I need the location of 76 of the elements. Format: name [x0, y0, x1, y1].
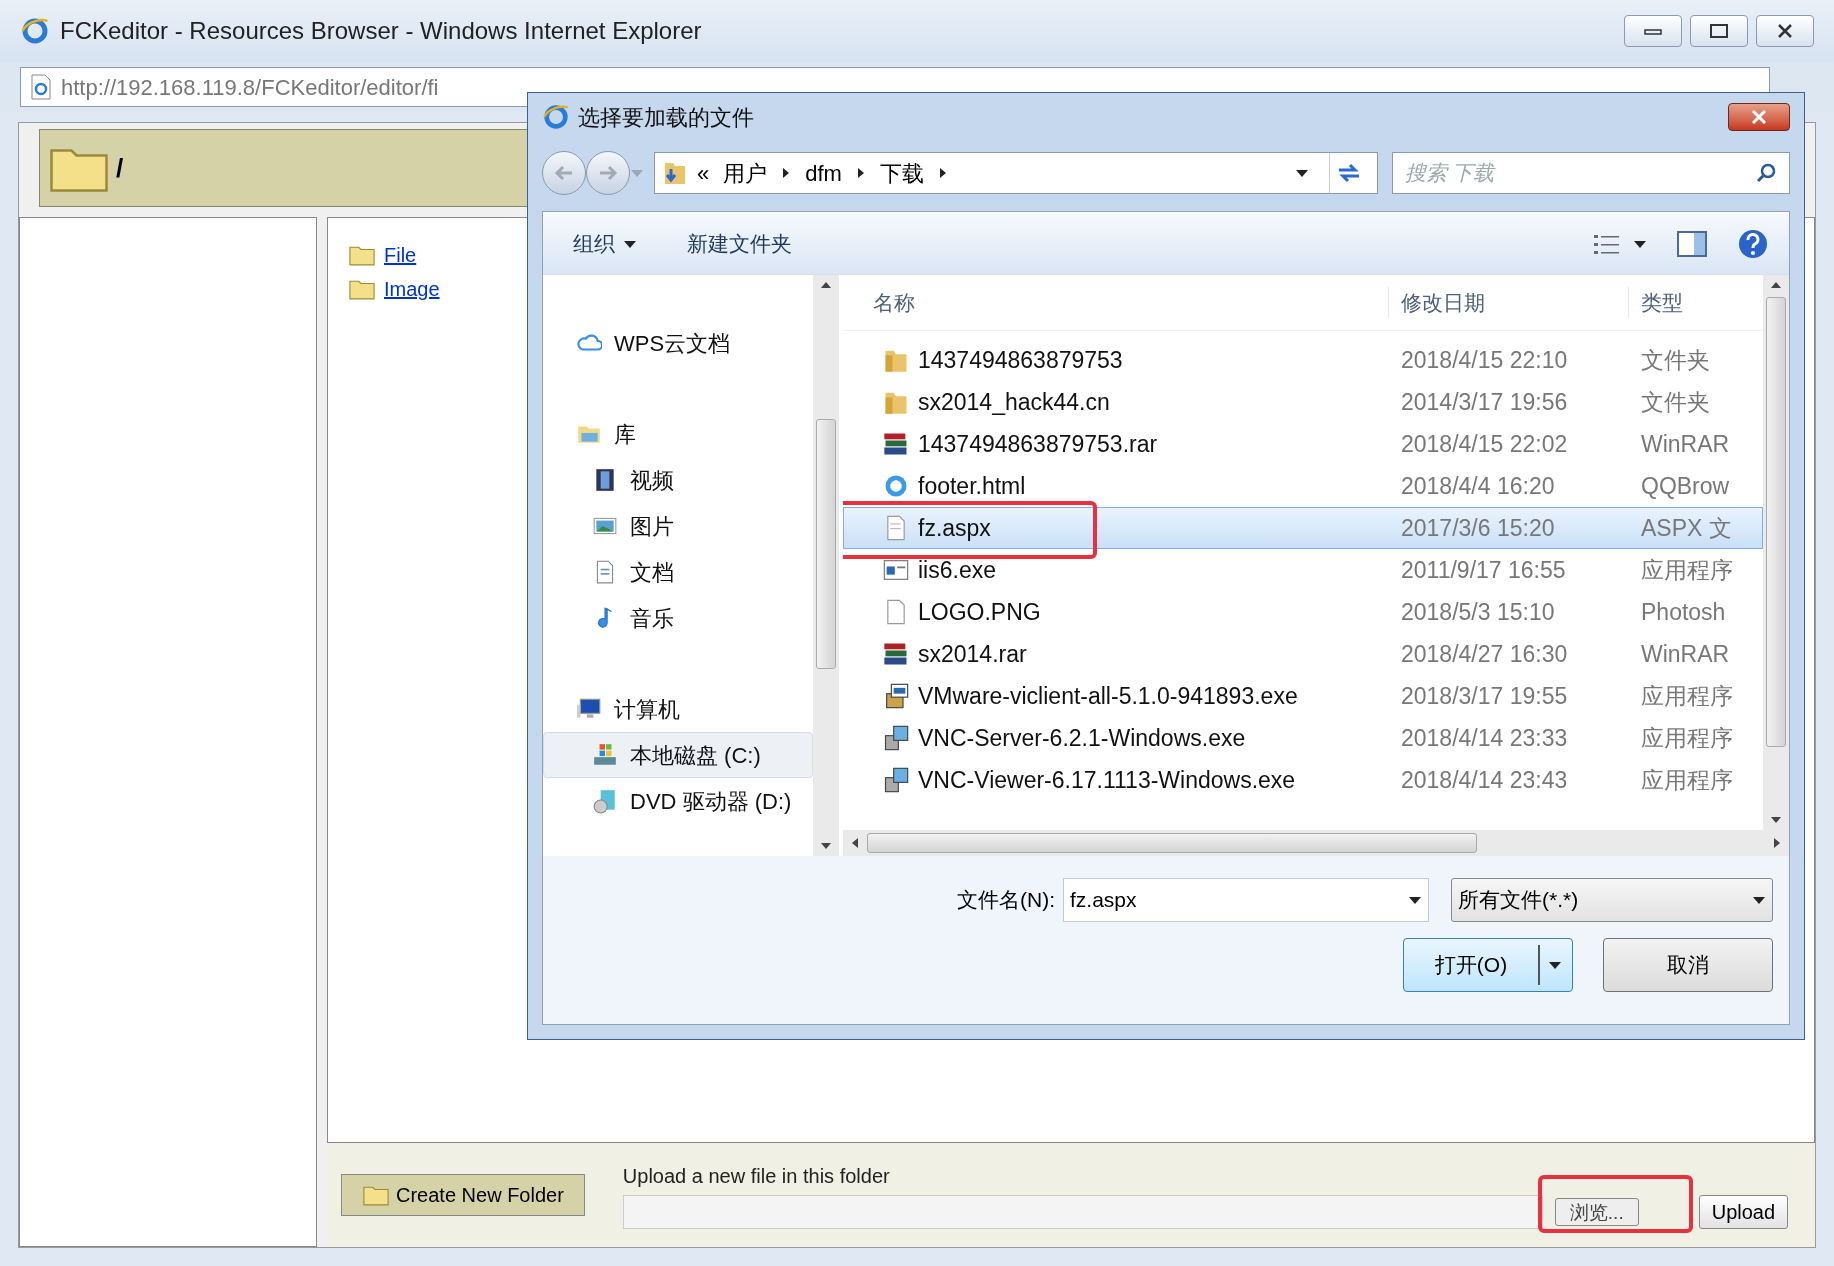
file-date: 2018/3/17 19:55 — [1400, 681, 1569, 711]
upload-label: Upload a new file in this folder — [622, 1164, 891, 1189]
file-type-dropdown[interactable]: 所有文件(*.*) — [1451, 878, 1773, 922]
file-date: 2018/4/4 16:20 — [1400, 471, 1556, 501]
file-type: 文件夹 — [1640, 387, 1711, 417]
browse-button[interactable]: 浏览... — [1554, 1198, 1639, 1226]
breadcrumb-item[interactable]: 用户 — [719, 156, 772, 190]
nav-item[interactable]: 计算机 — [543, 686, 813, 732]
window-title: FCKeditor - Resources Browser - Windows Internet Explorer — [60, 16, 702, 46]
file-name: footer.html — [918, 471, 1026, 501]
file-row[interactable]: VMware-viclient-all-5.1.0-941893.exe 2018/3/17 19:55 应用程序 — [843, 675, 1763, 717]
nav-item[interactable]: 音乐 — [543, 595, 813, 641]
toolbar-button[interactable]: 新建文件夹 — [677, 224, 802, 264]
file-name: VNC-Server-6.2.1-Windows.exe — [918, 723, 1246, 753]
file-name: fz.aspx — [918, 513, 991, 543]
column-header[interactable]: 名称 — [843, 286, 1388, 319]
file-name: 1437494863879753 — [918, 345, 1123, 375]
folder-link[interactable]: Image — [384, 274, 440, 304]
breadcrumb-item[interactable]: dfm — [801, 156, 846, 190]
file-date: 2011/9/17 16:55 — [1400, 555, 1567, 585]
file-type: QQBrow — [1640, 471, 1731, 501]
nav-item[interactable]: 视频 — [543, 457, 813, 503]
file-type: 应用程序 — [1640, 765, 1734, 795]
nav-item[interactable]: 库 — [543, 411, 813, 457]
file-name: sx2014_hack44.cn — [918, 387, 1110, 417]
nav-item[interactable]: 本地磁盘 (C:) — [543, 732, 813, 778]
breadcrumb-item[interactable]: 下载 — [875, 156, 928, 190]
file-type: WinRAR — [1640, 639, 1731, 669]
breadcrumb-overflow[interactable]: « — [697, 156, 710, 190]
file-date: 2014/3/17 19:56 — [1400, 387, 1569, 417]
current-folder: / — [116, 151, 124, 185]
file-row[interactable]: fz.aspx 2017/3/6 15:20 ASPX 文 — [843, 507, 1763, 549]
create-folder-button[interactable]: Create New Folder — [341, 1174, 585, 1216]
file-row[interactable]: iis6.exe 2011/9/17 16:55 应用程序 — [843, 549, 1763, 591]
file-date: 2018/4/15 22:10 — [1400, 345, 1569, 375]
file-date: 2017/3/6 15:20 — [1400, 513, 1556, 543]
breadcrumb-bar[interactable]: « 用户 dfm 下载 — [654, 152, 1378, 194]
folder-link[interactable]: File — [384, 240, 417, 270]
file-name-label: 文件名(N): — [957, 887, 1055, 914]
file-type: WinRAR — [1640, 429, 1731, 459]
file-row[interactable]: LOGO.PNG 2018/5/3 15:10 Photosh — [843, 591, 1763, 633]
file-date: 2018/4/14 23:43 — [1400, 765, 1569, 795]
file-name: VNC-Viewer-6.17.1113-Windows.exe — [918, 765, 1296, 795]
file-date: 2018/4/15 22:02 — [1400, 429, 1569, 459]
upload-button[interactable]: Upload — [1698, 1195, 1789, 1229]
file-type: Photosh — [1640, 597, 1727, 627]
file-row[interactable]: 1437494863879753 2018/4/15 22:10 文件夹 — [843, 339, 1763, 381]
file-row[interactable]: 1437494863879753.rar 2018/4/15 22:02 WinRAR — [843, 423, 1763, 465]
file-row[interactable]: footer.html 2018/4/4 16:20 QQBrow — [843, 465, 1763, 507]
file-type: 应用程序 — [1640, 723, 1734, 753]
toolbar-button[interactable]: 组织 — [563, 224, 647, 264]
column-header[interactable]: 类型 — [1628, 286, 1740, 319]
nav-item[interactable]: 文档 — [543, 549, 813, 595]
nav-item[interactable]: DVD 驱动器 (D:) — [543, 778, 813, 824]
file-type: 应用程序 — [1640, 555, 1734, 585]
file-row[interactable]: VNC-Viewer-6.17.1113-Windows.exe 2018/4/14 23:43 应用程序 — [843, 759, 1763, 801]
column-header[interactable]: 修改日期 — [1388, 286, 1628, 319]
file-name: 1437494863879753.rar — [918, 429, 1158, 459]
file-type: ASPX 文 — [1640, 513, 1733, 543]
file-type: 应用程序 — [1640, 681, 1734, 711]
file-name: VMware-viclient-all-5.1.0-941893.exe — [918, 681, 1298, 711]
nav-item[interactable]: 图片 — [543, 503, 813, 549]
file-date: 2018/5/3 15:10 — [1400, 597, 1556, 627]
address-text: http://192.168.119.8/FCKeditor/editor/fi — [61, 73, 439, 102]
file-name: LOGO.PNG — [918, 597, 1041, 627]
file-date: 2018/4/27 16:30 — [1400, 639, 1569, 669]
file-row[interactable]: VNC-Server-6.2.1-Windows.exe 2018/4/14 23:33 应用程序 — [843, 717, 1763, 759]
file-row[interactable]: sx2014_hack44.cn 2014/3/17 19:56 文件夹 — [843, 381, 1763, 423]
nav-item[interactable]: WPS云文档 — [543, 320, 813, 366]
file-name: iis6.exe — [918, 555, 996, 585]
open-split-button[interactable]: 打开(O) — [1403, 938, 1573, 992]
cancel-button[interactable]: 取消 — [1603, 938, 1773, 992]
file-date: 2018/4/14 23:33 — [1400, 723, 1569, 753]
file-name: sx2014.rar — [918, 639, 1027, 669]
file-row[interactable]: sx2014.rar 2018/4/27 16:30 WinRAR — [843, 633, 1763, 675]
file-type: 文件夹 — [1640, 345, 1711, 375]
